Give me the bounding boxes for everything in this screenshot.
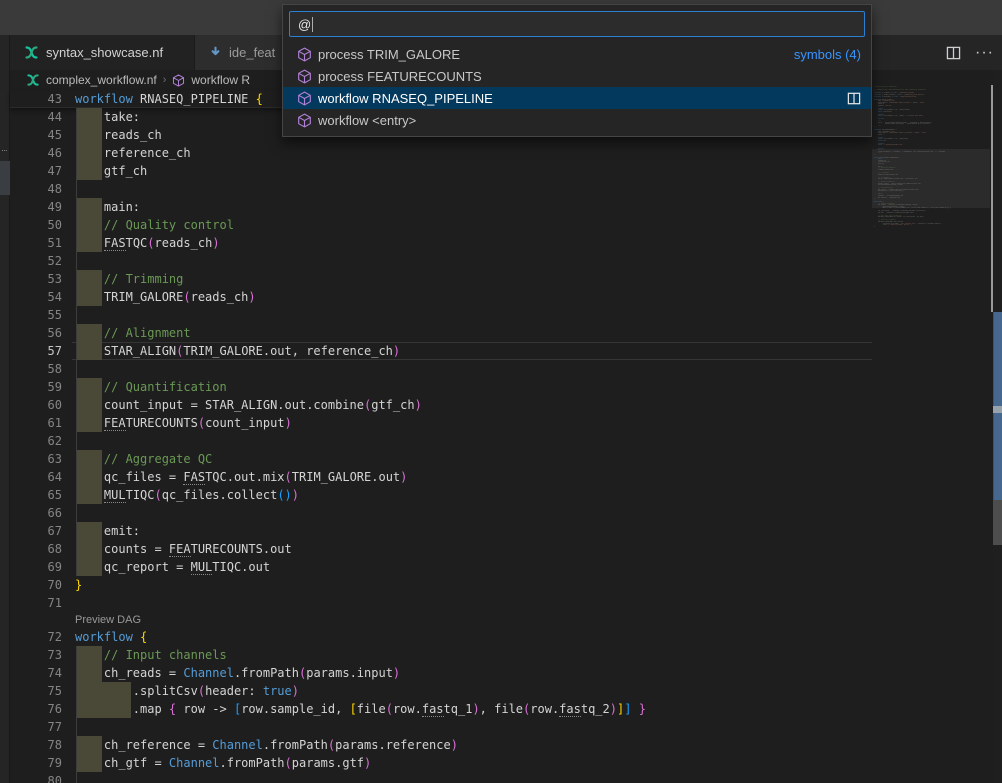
right-scroll-band	[993, 406, 1002, 413]
code-lines: 43workflow RNASEQ_PIPELINE {44 take:45 r…	[10, 90, 872, 783]
code-line[interactable]: 67 emit:	[10, 522, 872, 540]
quickpick-item-workflow-entry[interactable]: workflow <entry>	[283, 109, 871, 131]
minimap[interactable]: #!/usr/bin/env nextflow // Complex RNA-s…	[872, 86, 990, 776]
code-line[interactable]: 79 ch_gtf = Channel.fromPath(params.gtf)	[10, 754, 872, 772]
code-line[interactable]: 69 qc_report = MULTIQC.out	[10, 558, 872, 576]
arrow-down-icon	[209, 46, 222, 59]
code-line[interactable]: 71	[10, 594, 872, 612]
codelens-preview-dag[interactable]: Preview DAG	[10, 612, 872, 628]
code-line[interactable]: 56 // Alignment	[10, 324, 872, 342]
code-line[interactable]: 55	[10, 306, 872, 324]
quickpick-item-label: workflow <entry>	[318, 113, 416, 128]
code-line[interactable]: 57 STAR_ALIGN(TRIM_GALORE.out, reference…	[10, 342, 872, 360]
code-line[interactable]: 47 gtf_ch	[10, 162, 872, 180]
symbol-cube-icon	[172, 74, 185, 87]
quickpick-item-trim-galore[interactable]: process TRIM_GALORE symbols (4)	[283, 43, 871, 65]
code-line[interactable]: 80	[10, 772, 872, 783]
code-line[interactable]: 58	[10, 360, 872, 378]
right-scroll-gray	[993, 500, 1002, 545]
vscode-window: ··· syntax_showcase.nf ide_feat	[0, 0, 1002, 783]
code-line[interactable]: 77	[10, 718, 872, 736]
more-actions-icon[interactable]: ···	[975, 44, 994, 62]
code-line[interactable]: 78 ch_reference = Channel.fromPath(param…	[10, 736, 872, 754]
breadcrumb-file[interactable]: complex_workflow.nf	[46, 73, 157, 87]
code-line[interactable]: 54 TRIM_GALORE(reads_ch)	[10, 288, 872, 306]
open-to-side-icon[interactable]	[847, 92, 861, 105]
code-line[interactable]: 72workflow {	[10, 628, 872, 646]
code-line[interactable]: 73 // Input channels	[10, 646, 872, 664]
editor-actions: ···	[946, 35, 994, 70]
symbols-count-badge: symbols (4)	[794, 47, 861, 62]
symbol-cube-icon	[297, 91, 312, 106]
code-line[interactable]: 62	[10, 432, 872, 450]
code-line[interactable]: 75 .splitCsv(header: true)	[10, 682, 872, 700]
code-line[interactable]: 60 count_input = STAR_ALIGN.out.combine(…	[10, 396, 872, 414]
code-line[interactable]: 48	[10, 180, 872, 198]
right-edge-group	[993, 70, 1002, 783]
code-editor[interactable]: 43workflow RNASEQ_PIPELINE {44 take:45 r…	[10, 90, 872, 783]
quickpick-item-rnaseq-pipeline[interactable]: workflow RNASEQ_PIPELINE	[283, 87, 871, 109]
nextflow-icon	[26, 73, 40, 87]
code-line[interactable]: 53 // Trimming	[10, 270, 872, 288]
symbol-quickpick: @ process TRIM_GALORE symbols (4) proces…	[282, 4, 872, 137]
code-line[interactable]: 64 qc_files = FASTQC.out.mix(TRIM_GALORE…	[10, 468, 872, 486]
code-line[interactable]: 59 // Quantification	[10, 378, 872, 396]
split-editor-icon[interactable]	[946, 46, 961, 60]
quickpick-item-label: workflow RNASEQ_PIPELINE	[318, 91, 493, 106]
overflow-icon[interactable]: ···	[1, 145, 7, 155]
tab-label: syntax_showcase.nf	[46, 45, 163, 60]
tab-label: ide_feat	[229, 45, 275, 60]
code-line[interactable]: 74 ch_reads = Channel.fromPath(params.in…	[10, 664, 872, 682]
breadcrumb-separator: ›	[163, 74, 167, 86]
text-caret	[312, 17, 313, 32]
tab-syntax-showcase[interactable]: syntax_showcase.nf	[10, 35, 195, 70]
minimap-content: #!/usr/bin/env nextflow // Complex RNA-s…	[874, 86, 974, 227]
code-line[interactable]: 52	[10, 252, 872, 270]
quickpick-value: @	[298, 17, 311, 32]
left-group-handle[interactable]	[0, 161, 10, 195]
quickpick-item-label: process FEATURECOUNTS	[318, 69, 482, 84]
code-line[interactable]: 51 FASTQC(reads_ch)	[10, 234, 872, 252]
code-line[interactable]: 49 main:	[10, 198, 872, 216]
code-line[interactable]: 76 .map { row -> [row.sample_id, [file(r…	[10, 700, 872, 718]
nextflow-icon	[24, 45, 39, 60]
tab-ide-features[interactable]: ide_feat	[195, 35, 291, 70]
symbol-cube-icon	[297, 69, 312, 84]
code-line[interactable]: 46 reference_ch	[10, 144, 872, 162]
code-line[interactable]: 50 // Quality control	[10, 216, 872, 234]
code-line[interactable]: 63 // Aggregate QC	[10, 450, 872, 468]
code-line[interactable]: 65 MULTIQC(qc_files.collect())	[10, 486, 872, 504]
quickpick-item-featurecounts[interactable]: process FEATURECOUNTS	[283, 65, 871, 87]
symbol-cube-icon	[297, 113, 312, 128]
code-line[interactable]: 61 FEATURECOUNTS(count_input)	[10, 414, 872, 432]
code-line[interactable]: 68 counts = FEATURECOUNTS.out	[10, 540, 872, 558]
code-line[interactable]: 66	[10, 504, 872, 522]
quickpick-item-label: process TRIM_GALORE	[318, 47, 460, 62]
breadcrumb-symbol[interactable]: workflow R	[191, 73, 250, 87]
symbol-cube-icon	[297, 47, 312, 62]
quickpick-input[interactable]: @	[289, 11, 865, 37]
collapsed-left-group[interactable]: ···	[0, 35, 10, 783]
code-line[interactable]: 70}	[10, 576, 872, 594]
